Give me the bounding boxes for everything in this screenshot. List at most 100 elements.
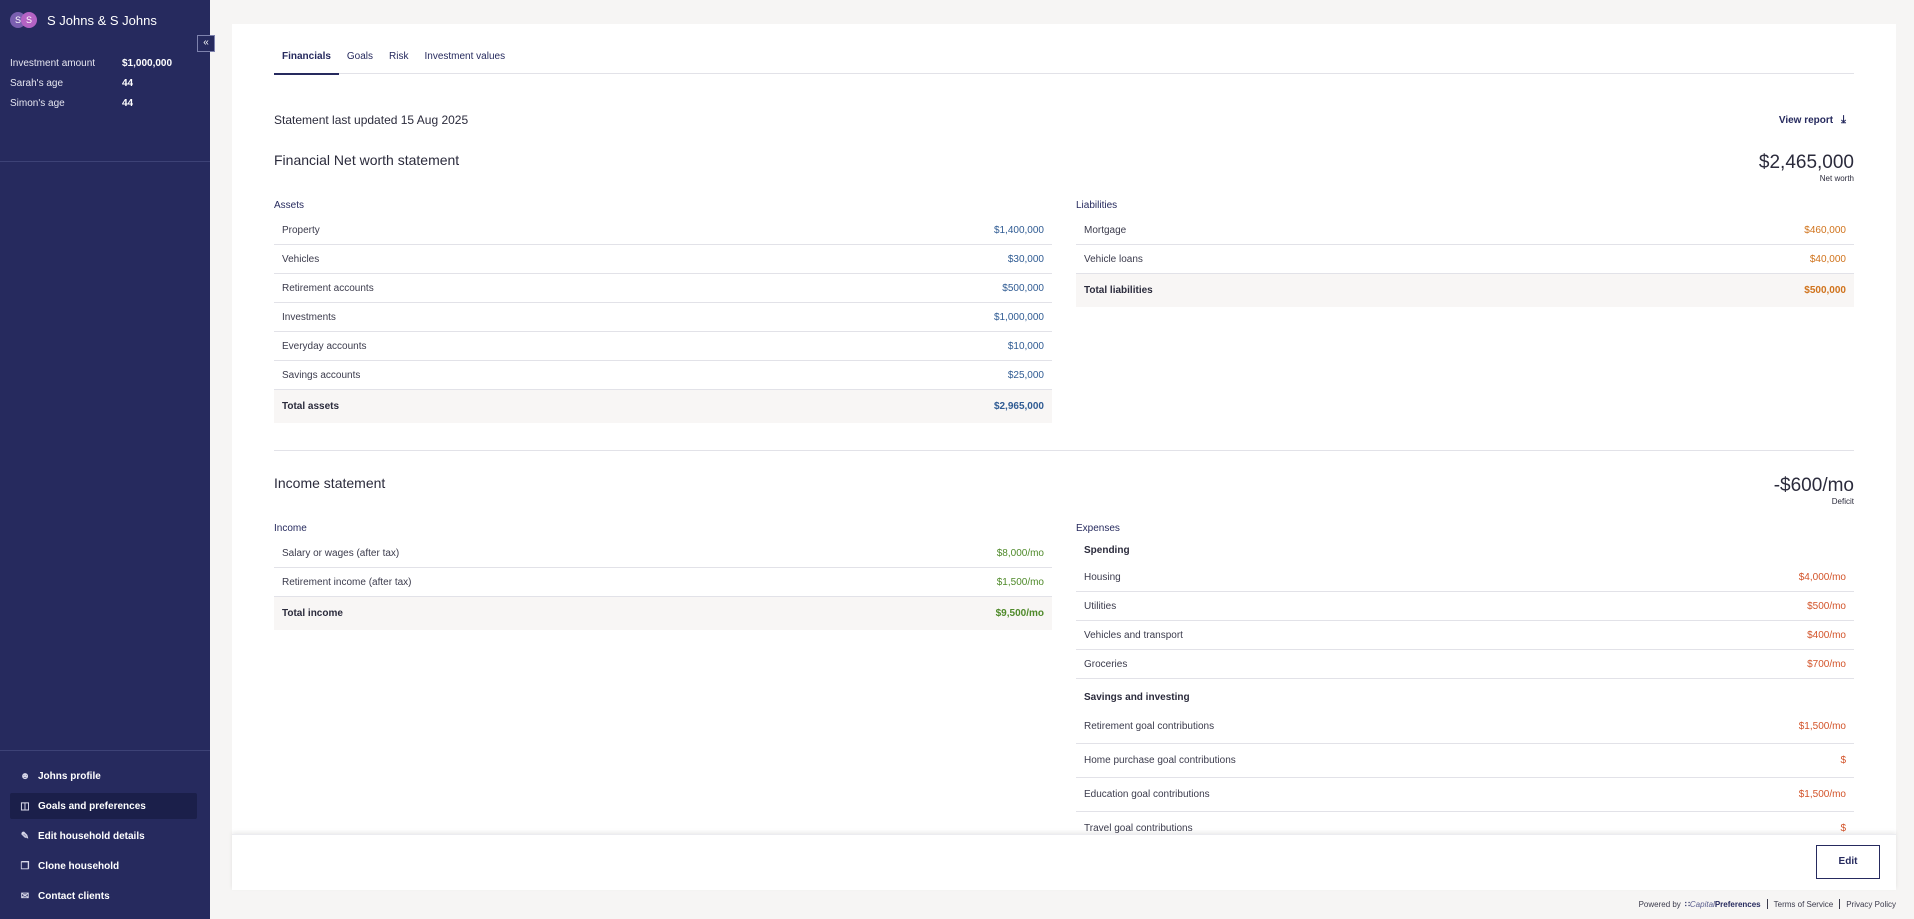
expense-label: Utilities xyxy=(1084,600,1117,612)
saving-value: $ xyxy=(1840,823,1846,834)
footer: Powered by ∷CapitalPreferences Terms of … xyxy=(1639,899,1896,909)
liability-label: Mortgage xyxy=(1084,224,1127,236)
summary-label: Simon's age xyxy=(10,97,65,109)
income-label: Salary or wages (after tax) xyxy=(282,547,400,559)
expenses-title: Expenses xyxy=(1076,523,1120,534)
networth-value-label: Net worth xyxy=(1819,174,1854,183)
terms-link[interactable]: Terms of Service xyxy=(1774,900,1834,909)
income-statement-title: Income statement xyxy=(274,475,386,491)
main-panel: Financials Goals Risk Investment values … xyxy=(232,24,1896,884)
income-value: $8,000/mo xyxy=(996,547,1044,559)
income-value: $1,500/mo xyxy=(996,576,1044,588)
networth-value: $2,465,000 xyxy=(1758,152,1854,173)
edit-button[interactable]: Edit xyxy=(1816,845,1880,879)
summary-row: Investment amount $1,000,000 xyxy=(10,53,200,73)
summary-value: $1,000,000 xyxy=(122,57,173,69)
asset-value: $1,400,000 xyxy=(993,224,1044,236)
saving-label: Travel goal contributions xyxy=(1084,823,1193,834)
summary-value: 44 xyxy=(122,77,134,89)
income-total-label: Total income xyxy=(282,608,343,619)
asset-row: Investments $1,000,000 xyxy=(274,303,1052,332)
tab-bar: Financials Goals Risk Investment values xyxy=(274,24,1854,75)
view-report-button[interactable]: View report ⤓ xyxy=(1779,114,1854,127)
income-summary: -$600/mo Deficit xyxy=(1774,475,1854,506)
sidebar-item-label: Johns profile xyxy=(38,770,101,782)
asset-row: Retirement accounts $500,000 xyxy=(274,274,1052,303)
sidebar-item-contact-clients[interactable]: ✉ Contact clients xyxy=(10,883,197,909)
collapse-sidebar-button[interactable]: « xyxy=(197,35,215,52)
liabilities-total-row: Total liabilities $500,000 xyxy=(1076,274,1854,307)
assets-column: Assets Property $1,400,000 Vehicles $30,00… xyxy=(274,196,1052,423)
action-bar: Edit xyxy=(232,834,1896,890)
household-summary: Investment amount $1,000,000 Sarah's age… xyxy=(0,40,210,162)
brand-suffix: Preferences xyxy=(1714,899,1761,909)
sidebar-item-label: Edit household details xyxy=(38,830,145,842)
asset-value: $30,000 xyxy=(1007,253,1044,265)
asset-label: Retirement accounts xyxy=(282,282,374,294)
privacy-link[interactable]: Privacy Policy xyxy=(1846,900,1896,909)
liabilities-total-value: $500,000 xyxy=(1804,285,1846,296)
liability-row: Mortgage $460,000 xyxy=(1076,216,1854,245)
statement-updated: Statement last updated 15 Aug 2025 xyxy=(274,113,469,127)
tab-investment-values[interactable]: Investment values xyxy=(416,24,513,74)
summary-row: Simon's age 44 xyxy=(10,93,200,113)
asset-label: Investments xyxy=(282,311,336,323)
pencil-icon: ✎ xyxy=(20,830,30,842)
saving-row: Home purchase goal contributions $ xyxy=(1076,744,1854,778)
expense-label: Vehicles and transport xyxy=(1084,629,1183,641)
tab-financials[interactable]: Financials xyxy=(274,24,339,75)
columns-icon: ◫ xyxy=(20,800,30,812)
asset-label: Everyday accounts xyxy=(282,340,367,352)
liabilities-column: Liabilities Mortgage $460,000 Vehicle loa… xyxy=(1076,196,1854,423)
sidebar-item-label: Contact clients xyxy=(38,890,110,902)
sidebar-item-edit-household[interactable]: ✎ Edit household details xyxy=(10,823,197,849)
saving-value: $1,500/mo xyxy=(1798,789,1846,800)
avatar: S xyxy=(21,12,37,28)
asset-value: $500,000 xyxy=(1002,282,1044,294)
income-header: Income statement -$600/mo Deficit xyxy=(274,475,1854,506)
spending-title: Spending xyxy=(1084,545,1130,556)
brand-prefix: Capital xyxy=(1689,899,1715,909)
tab-risk[interactable]: Risk xyxy=(381,24,416,74)
household-title: S Johns & S Johns xyxy=(47,12,157,28)
mail-icon: ✉ xyxy=(20,890,30,902)
income-columns: Income Salary or wages (after tax) $8,000… xyxy=(274,519,1854,846)
sidebar-item-goals-and-preferences[interactable]: ◫ Goals and preferences xyxy=(10,793,197,819)
liability-label: Vehicle loans xyxy=(1084,253,1143,265)
income-title: Income xyxy=(274,523,307,534)
tab-goals[interactable]: Goals xyxy=(339,24,381,74)
networth-title: Financial Net worth statement xyxy=(274,152,460,168)
networth-header: Financial Net worth statement $2,465,000… xyxy=(274,152,1854,183)
asset-row: Savings accounts $25,000 xyxy=(274,361,1052,390)
sidebar-item-label: Clone household xyxy=(38,860,120,872)
assets-total-label: Total assets xyxy=(282,401,340,412)
liabilities-title: Liabilities xyxy=(1076,200,1118,211)
sidebar-item-clone-household[interactable]: ❐ Clone household xyxy=(10,853,197,879)
saving-label: Retirement goal contributions xyxy=(1084,721,1215,732)
expense-row: Vehicles and transport $400/mo xyxy=(1076,621,1854,650)
summary-row: Sarah's age 44 xyxy=(10,73,200,93)
asset-label: Vehicles xyxy=(282,253,320,265)
asset-row: Everyday accounts $10,000 xyxy=(274,332,1052,361)
saving-label: Home purchase goal contributions xyxy=(1084,755,1236,766)
expense-label: Groceries xyxy=(1084,658,1128,670)
asset-row: Property $1,400,000 xyxy=(274,216,1052,245)
assets-total-row: Total assets $2,965,000 xyxy=(274,390,1052,423)
expense-row: Utilities $500/mo xyxy=(1076,592,1854,621)
deficit-value: -$600/mo xyxy=(1773,475,1854,496)
expense-value: $400/mo xyxy=(1807,629,1846,641)
sidebar-item-johns-profile[interactable]: ☻ Johns profile xyxy=(10,763,197,789)
sidebar: S S S Johns & S Johns Investment amount … xyxy=(0,0,210,919)
networth-columns: Assets Property $1,400,000 Vehicles $30,00… xyxy=(274,196,1854,423)
saving-value: $1,500/mo xyxy=(1798,721,1846,732)
asset-row: Vehicles $30,000 xyxy=(274,245,1052,274)
main-content: Financials Goals Risk Investment values … xyxy=(274,24,1854,846)
saving-row: Retirement goal contributions $1,500/mo xyxy=(1076,710,1854,744)
person-icon: ☻ xyxy=(19,770,31,782)
summary-label: Sarah's age xyxy=(10,77,64,89)
expense-value: $4,000/mo xyxy=(1798,571,1846,583)
saving-value: $ xyxy=(1840,755,1846,766)
expense-row: Housing $4,000/mo xyxy=(1076,563,1854,592)
liabilities-total-label: Total liabilities xyxy=(1084,285,1153,296)
income-column: Income Salary or wages (after tax) $8,000… xyxy=(274,519,1052,846)
